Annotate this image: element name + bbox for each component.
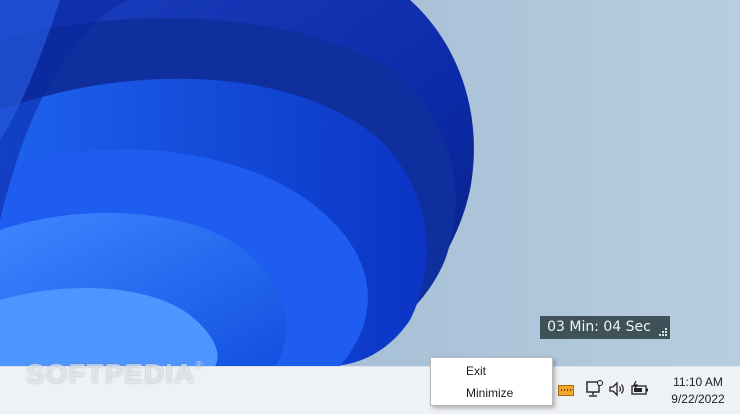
menu-item-label: Exit: [466, 364, 487, 378]
tray-context-menu: Exit Minimize: [430, 357, 553, 406]
countdown-timer-display[interactable]: 03 Min: 04 Sec: [540, 316, 670, 339]
battery-icon[interactable]: [630, 379, 650, 399]
volume-icon[interactable]: [607, 379, 627, 399]
registered-mark: ®: [195, 360, 204, 371]
watermark-text: SOFTPEDIA: [26, 358, 196, 389]
desktop-wallpaper: 03 Min: 04 Sec: [0, 0, 740, 366]
clock-time: 11:10 AM: [673, 375, 723, 389]
menu-item-minimize[interactable]: Minimize: [431, 382, 552, 404]
system-clock[interactable]: 11:10 AM 9/22/2022: [660, 374, 736, 408]
menu-item-exit[interactable]: Exit: [431, 360, 552, 382]
menu-item-label: Minimize: [466, 386, 514, 400]
resize-grip-icon[interactable]: [658, 327, 667, 336]
network-icon[interactable]: [584, 379, 604, 399]
softpedia-watermark: SOFTPEDIA®: [26, 358, 204, 390]
wallpaper-bloom: [0, 0, 474, 366]
timer-text: 03 Min: 04 Sec: [547, 319, 651, 335]
clock-date: 9/22/2022: [671, 392, 725, 406]
timer-app-icon[interactable]: [558, 385, 574, 396]
